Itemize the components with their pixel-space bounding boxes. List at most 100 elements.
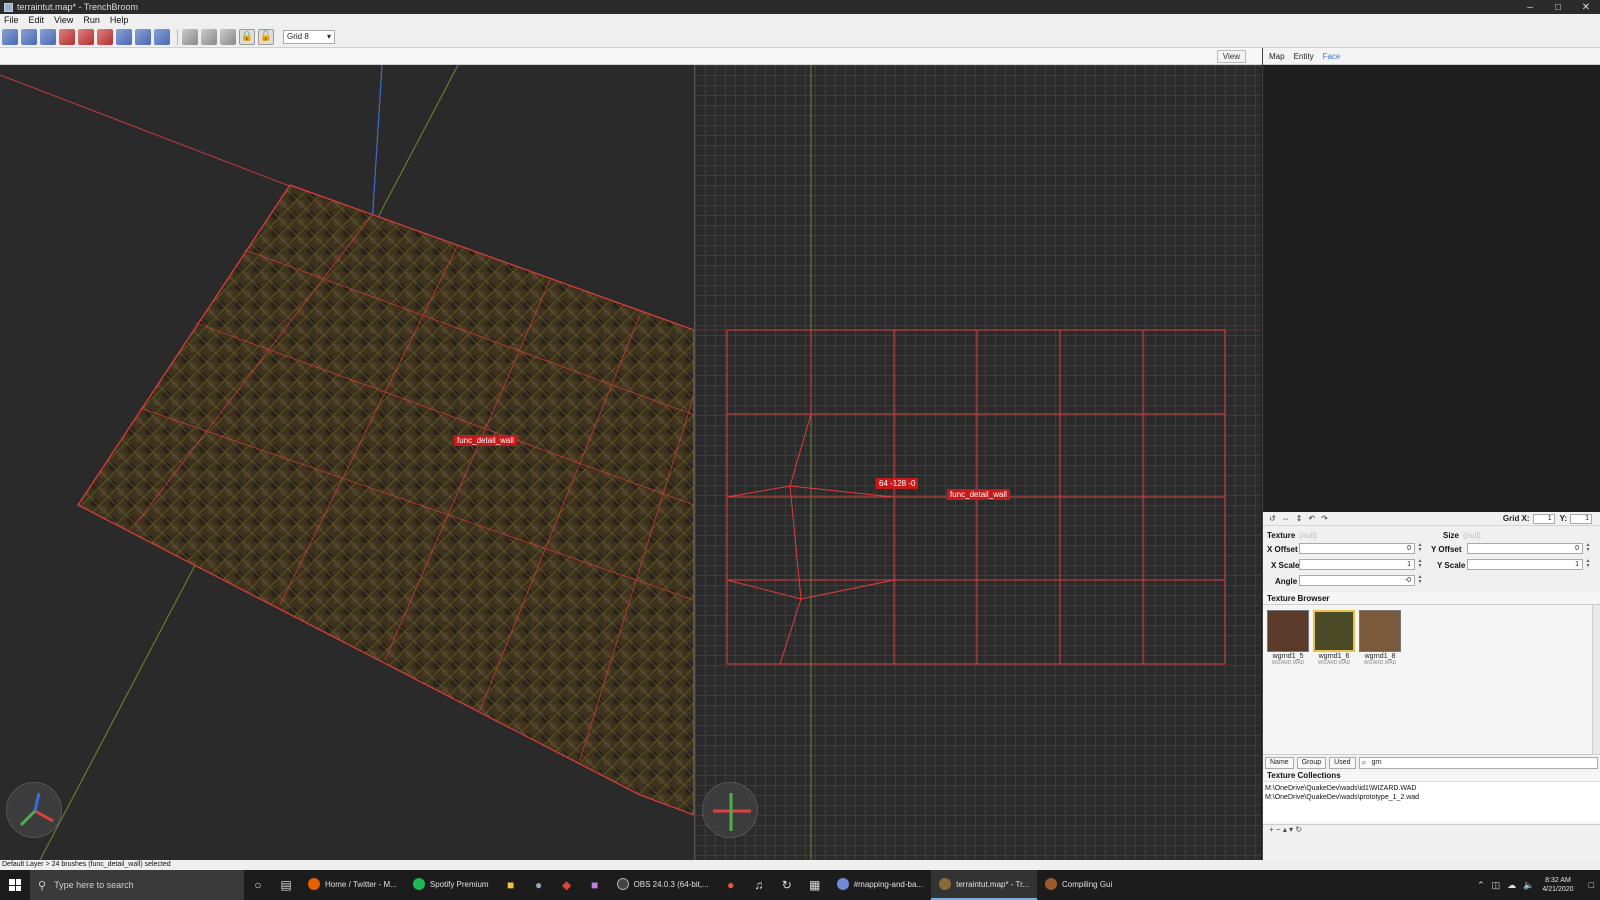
- texture-swatch: [1267, 610, 1309, 652]
- lock-icon[interactable]: 🔒: [239, 28, 255, 45]
- y-scale-input[interactable]: 1: [1467, 559, 1583, 570]
- texture-name: wgrnd1_5: [1272, 653, 1304, 660]
- texture-tile-selected[interactable]: wgrnd1_6 WIZARD.WAD: [1313, 610, 1355, 666]
- grid-x-label: Grid X:: [1502, 514, 1530, 523]
- duplicate-icon[interactable]: [220, 28, 236, 45]
- axis-gizmo-3d: [6, 782, 62, 838]
- menu-edit[interactable]: Edit: [29, 15, 45, 25]
- reset-uv-icon[interactable]: ↺: [1269, 514, 1276, 523]
- clock[interactable]: 8:32 AM 4/21/2020: [1542, 876, 1573, 894]
- app-icon-red[interactable]: ◆: [553, 870, 581, 900]
- taskbar-app-spotify[interactable]: Spotify Premium: [405, 870, 497, 900]
- sort-select[interactable]: Name: [1265, 756, 1294, 769]
- taskbar-search[interactable]: ⚲ Type here to search: [30, 870, 244, 900]
- axis-gizmo-icon: [713, 793, 751, 831]
- viewport-2d[interactable]: 64 -128 -0 func_detail_wall: [695, 65, 1261, 860]
- maximize-button[interactable]: □: [1544, 2, 1572, 13]
- texture-collections-title: Texture Collections: [1263, 770, 1600, 782]
- group-toggle[interactable]: Group: [1296, 756, 1327, 769]
- edge-tool-icon[interactable]: [78, 28, 94, 45]
- flip-v-icon[interactable]: ⇕: [1296, 514, 1303, 523]
- texture-label: Texture: [1267, 531, 1296, 540]
- menu-help[interactable]: Help: [110, 15, 129, 25]
- view-options-button[interactable]: View: [1216, 50, 1246, 63]
- viewport-3d[interactable]: func_detail_wall: [0, 65, 694, 860]
- x-scale-stepper[interactable]: ▲ ▼: [1417, 559, 1423, 570]
- grid-y-input[interactable]: 1: [1570, 513, 1592, 524]
- rotate-tool-icon[interactable]: [116, 28, 132, 45]
- task-view-icon[interactable]: ▤: [272, 870, 300, 900]
- texture-search-input[interactable]: grn: [1358, 756, 1598, 769]
- texture-wad: WIZARD.WAD: [1363, 660, 1397, 666]
- vertex-tool-icon[interactable]: [59, 28, 75, 45]
- sync-app-icon[interactable]: ↻: [773, 870, 801, 900]
- new-brush-tool-icon[interactable]: [2, 28, 18, 45]
- menu-file[interactable]: File: [4, 15, 19, 25]
- menu-view[interactable]: View: [54, 15, 73, 25]
- y-offset-label: Y Offset: [1431, 545, 1462, 554]
- remove-collection-icon[interactable]: −: [1276, 825, 1281, 834]
- flip-h-icon[interactable]: ⇔: [1282, 514, 1290, 523]
- cloud-icon[interactable]: ☁: [1507, 880, 1516, 891]
- y-scale-stepper[interactable]: ▲ ▼: [1585, 559, 1591, 570]
- complex-brush-tool-icon[interactable]: [21, 28, 37, 45]
- taskbar-app-firefox[interactable]: Home / Twitter - M...: [300, 870, 405, 900]
- x-offset-stepper[interactable]: ▲ ▼: [1417, 543, 1423, 554]
- taskbar-app-compiling-gui[interactable]: Compiling Gui: [1037, 870, 1120, 900]
- move-up-icon[interactable]: ▴: [1283, 825, 1287, 834]
- texture-name: wgrnd1_6: [1318, 653, 1350, 660]
- reload-icon[interactable]: ↻: [1295, 825, 1302, 834]
- uv-lock-icon[interactable]: [201, 28, 217, 45]
- close-button[interactable]: ✕: [1572, 2, 1600, 13]
- tab-face[interactable]: Face: [1323, 52, 1341, 61]
- face-tool-icon[interactable]: [97, 28, 113, 45]
- x-offset-label: X Offset: [1267, 545, 1298, 554]
- taskbar-app-obs[interactable]: OBS 24.0.3 (64-bit,...: [609, 870, 717, 900]
- add-collection-icon[interactable]: +: [1269, 825, 1274, 834]
- move-down-icon[interactable]: ▾: [1289, 825, 1293, 834]
- y-offset-input[interactable]: 0: [1467, 543, 1583, 554]
- shear-tool-icon[interactable]: [154, 28, 170, 45]
- grid-size-select[interactable]: Grid 8 ▾: [283, 29, 335, 44]
- y-offset-stepper[interactable]: ▲ ▼: [1585, 543, 1591, 554]
- clip-tool-icon[interactable]: [40, 28, 56, 45]
- window-titlebar: terraintut.map* - TrenchBroom – □ ✕: [0, 0, 1600, 14]
- texture-lock-icon[interactable]: [182, 28, 198, 45]
- rotate-ccw-icon[interactable]: ↶: [1308, 514, 1315, 523]
- speaker-app-icon[interactable]: ♫: [745, 870, 773, 900]
- cortana-icon[interactable]: ○: [244, 870, 272, 900]
- tab-entity[interactable]: Entity: [1294, 52, 1314, 61]
- steam-icon[interactable]: ●: [525, 870, 553, 900]
- chevron-up-icon[interactable]: ⌃: [1477, 880, 1485, 891]
- texture-tile[interactable]: wgrnd1_8 WIZARD.WAD: [1359, 610, 1401, 666]
- notification-icon[interactable]: □: [1589, 880, 1594, 890]
- network-icon[interactable]: ◫: [1492, 880, 1501, 891]
- terminal-icon[interactable]: ▦: [801, 870, 829, 900]
- used-toggle[interactable]: Used: [1329, 756, 1356, 769]
- rotate-cw-icon[interactable]: ↷: [1321, 514, 1328, 523]
- list-item[interactable]: M:\OneDrive\QuakeDev\wads\prototype_1_2.…: [1265, 793, 1599, 802]
- taskbar: ⚲ Type here to search ○ ▤ Home / Twitter…: [0, 870, 1600, 900]
- scale-tool-icon[interactable]: [135, 28, 151, 45]
- menu-run[interactable]: Run: [83, 15, 100, 25]
- minimize-button[interactable]: –: [1516, 2, 1544, 13]
- angle-stepper[interactable]: ▲ ▼: [1417, 575, 1423, 586]
- file-explorer-icon[interactable]: ■: [497, 870, 525, 900]
- taskbar-app-trenchbroom[interactable]: terraintut.map* - Tr...: [931, 870, 1038, 900]
- x-scale-input[interactable]: 1: [1299, 559, 1415, 570]
- axis-gizmo-icon: [19, 792, 54, 827]
- x-offset-input[interactable]: 0: [1299, 543, 1415, 554]
- start-button[interactable]: [0, 870, 30, 900]
- taskbar-app-discord[interactable]: #mapping-and-ba...: [829, 870, 931, 900]
- unlock-icon[interactable]: 🔓: [258, 28, 274, 45]
- premiere-icon[interactable]: ■: [581, 870, 609, 900]
- discord-icon: [836, 878, 849, 890]
- app-icon-orange[interactable]: ●: [717, 870, 745, 900]
- volume-icon[interactable]: 🔈: [1523, 880, 1534, 891]
- grid-x-input[interactable]: 1: [1532, 513, 1555, 524]
- angle-input[interactable]: -0: [1299, 575, 1415, 586]
- texture-browser-scrollbar[interactable]: [1592, 605, 1600, 770]
- tab-map[interactable]: Map: [1269, 52, 1285, 61]
- list-item[interactable]: M:\OneDrive\QuakeDev\wads\id1\WIZARD.WAD: [1265, 784, 1599, 793]
- texture-tile[interactable]: wgrnd1_5 WIZARD.WAD: [1267, 610, 1309, 666]
